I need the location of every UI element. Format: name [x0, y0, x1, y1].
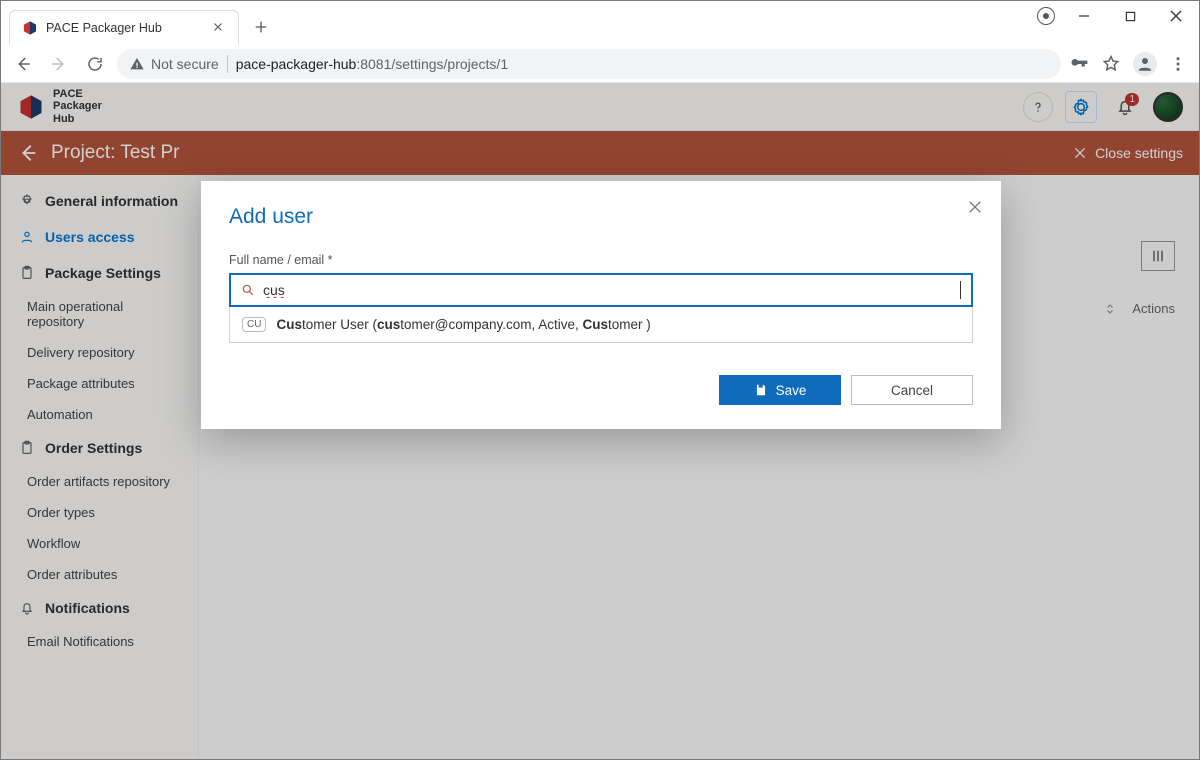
close-icon	[967, 199, 983, 215]
close-icon[interactable]	[212, 21, 226, 35]
add-user-modal: Add user Full name / email * CU Customer…	[201, 181, 1001, 429]
cube-icon	[22, 20, 38, 36]
app-root: PACE Packager Hub 1 Project: Test	[1, 83, 1199, 759]
nav-reload-button[interactable]	[81, 50, 109, 78]
browser-toolbar: Not secure pace-packager-hub:8081/settin…	[1, 45, 1199, 83]
text-caret	[960, 281, 961, 299]
suggestion-text: Customer User (customer@company.com, Act…	[276, 317, 650, 332]
not-secure-indicator[interactable]: Not secure	[129, 56, 219, 72]
field-label-fullname: Full name / email *	[229, 253, 973, 267]
nav-back-button[interactable]	[9, 50, 37, 78]
cancel-button[interactable]: Cancel	[851, 375, 973, 405]
cancel-label: Cancel	[891, 383, 933, 398]
save-button[interactable]: Save	[719, 375, 841, 405]
save-label: Save	[776, 383, 807, 398]
profile-icon[interactable]	[1133, 52, 1157, 76]
window-close-button[interactable]	[1153, 1, 1199, 31]
url-host: pace-packager-hub	[236, 56, 357, 72]
window-maximize-button[interactable]	[1107, 1, 1153, 31]
not-secure-label: Not secure	[151, 56, 219, 72]
modal-close-button[interactable]	[967, 199, 983, 215]
new-tab-button[interactable]	[247, 13, 275, 41]
key-icon[interactable]	[1069, 54, 1089, 74]
save-icon	[754, 383, 768, 397]
url-path: :8081/settings/projects/1	[356, 56, 508, 72]
window-minimize-button[interactable]	[1061, 1, 1107, 31]
nav-forward-button	[45, 50, 73, 78]
omnibox-separator	[227, 55, 228, 73]
browser-tab[interactable]: PACE Packager Hub	[9, 10, 239, 44]
kebab-menu-icon[interactable]	[1169, 55, 1187, 73]
user-search-input[interactable]	[263, 282, 952, 298]
window-titlebar: PACE Packager Hub	[1, 1, 1199, 45]
tab-title: PACE Packager Hub	[46, 21, 204, 35]
search-icon	[241, 283, 255, 297]
user-search-field[interactable]	[229, 273, 973, 307]
warning-icon	[129, 56, 145, 72]
incognito-indicator-icon	[1037, 7, 1055, 25]
suggestion-initials-chip: CU	[242, 317, 266, 332]
modal-title: Add user	[229, 205, 973, 229]
user-suggestion[interactable]: CU Customer User (customer@company.com, …	[229, 307, 973, 343]
bookmark-star-icon[interactable]	[1101, 54, 1121, 74]
address-bar[interactable]: Not secure pace-packager-hub:8081/settin…	[117, 49, 1061, 79]
